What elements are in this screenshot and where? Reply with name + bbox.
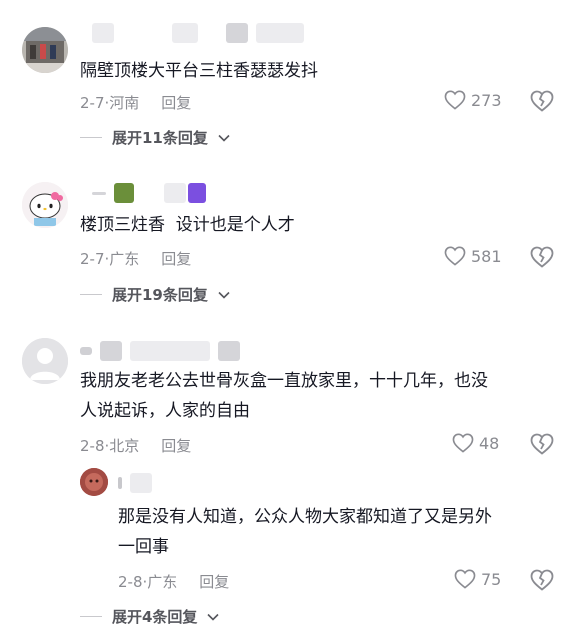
like-button[interactable]: 581 xyxy=(444,246,502,266)
expand-replies[interactable]: 展开11条回复 xyxy=(80,127,230,148)
broken-heart-icon[interactable] xyxy=(530,246,554,270)
expand-replies[interactable]: 展开4条回复 xyxy=(80,606,220,627)
comment-location: 广东 xyxy=(109,250,140,268)
chevron-down-icon xyxy=(207,613,220,621)
divider xyxy=(80,137,102,138)
expand-replies-label: 展开19条回复 xyxy=(112,286,208,304)
comment-item: 隔壁顶楼大平台三柱香瑟瑟发抖 2-7 · 河南 回复 273 展开11条回复 xyxy=(0,0,576,160)
broken-heart-icon[interactable] xyxy=(530,90,554,114)
avatar[interactable] xyxy=(22,27,68,73)
broken-heart-icon[interactable] xyxy=(530,569,554,593)
reply-button[interactable]: 回复 xyxy=(161,248,191,269)
heart-outline-icon xyxy=(454,569,476,589)
divider xyxy=(80,294,102,295)
chevron-down-icon xyxy=(218,291,230,299)
comment-date: 2-7 xyxy=(80,93,105,112)
expand-replies-label: 展开11条回复 xyxy=(112,129,208,147)
divider xyxy=(80,616,102,617)
username-blurred[interactable] xyxy=(92,22,304,44)
like-button[interactable]: 273 xyxy=(444,90,502,110)
chevron-down-icon xyxy=(218,134,230,142)
comment-meta: 2-8 · 北京 回复 xyxy=(80,435,191,456)
comment-text: 我朋友老老公去世骨灰盒一直放家里，十十几年，也没 人说起诉，人家的自由 xyxy=(80,371,488,421)
comment-location: 河南 xyxy=(109,94,140,112)
username-blurred[interactable] xyxy=(118,472,152,494)
reply-text: 那是没有人知道，公众人物大家都知道了又是另外 一回事 xyxy=(118,507,492,557)
comment-date: 2-7 xyxy=(80,249,105,268)
avatar[interactable] xyxy=(80,468,108,496)
like-count: 581 xyxy=(471,246,502,266)
username-blurred[interactable] xyxy=(80,340,240,362)
like-count: 273 xyxy=(471,90,502,110)
heart-outline-icon xyxy=(452,433,474,453)
reply-location: 广东 xyxy=(147,573,178,591)
comment-item: 我朋友老老公去世骨灰盒一直放家里，十十几年，也没 人说起诉，人家的自由 2-8 … xyxy=(0,320,576,640)
comment-text: 楼顶三炷香 设计也是个人才 xyxy=(80,215,295,235)
like-count: 75 xyxy=(481,569,502,589)
comment-text: 隔壁顶楼大平台三柱香瑟瑟发抖 xyxy=(80,61,318,81)
reply-button[interactable]: 回复 xyxy=(161,435,191,456)
comment-location: 北京 xyxy=(109,437,140,455)
like-button[interactable]: 48 xyxy=(452,433,499,453)
heart-outline-icon xyxy=(444,90,466,110)
avatar[interactable] xyxy=(22,182,68,228)
username-blurred[interactable] xyxy=(92,182,206,204)
reply-date: 2-8 xyxy=(118,572,143,591)
reply-button[interactable]: 回复 xyxy=(199,571,229,592)
comment-meta: 2-7 · 河南 回复 xyxy=(80,92,191,113)
like-button[interactable]: 75 xyxy=(454,569,501,589)
comment-meta: 2-7 · 广东 回复 xyxy=(80,248,191,269)
reply-button[interactable]: 回复 xyxy=(161,92,191,113)
avatar[interactable] xyxy=(22,338,68,384)
broken-heart-icon[interactable] xyxy=(530,433,554,457)
expand-replies-label: 展开4条回复 xyxy=(112,608,198,626)
comment-date: 2-8 xyxy=(80,436,105,455)
reply-meta: 2-8 · 广东 回复 xyxy=(118,571,229,592)
comment-item: 楼顶三炷香 设计也是个人才 2-7 · 广东 回复 581 展开19条回复 xyxy=(0,160,576,320)
like-count: 48 xyxy=(479,433,500,453)
heart-outline-icon xyxy=(444,246,466,266)
expand-replies[interactable]: 展开19条回复 xyxy=(80,284,230,305)
